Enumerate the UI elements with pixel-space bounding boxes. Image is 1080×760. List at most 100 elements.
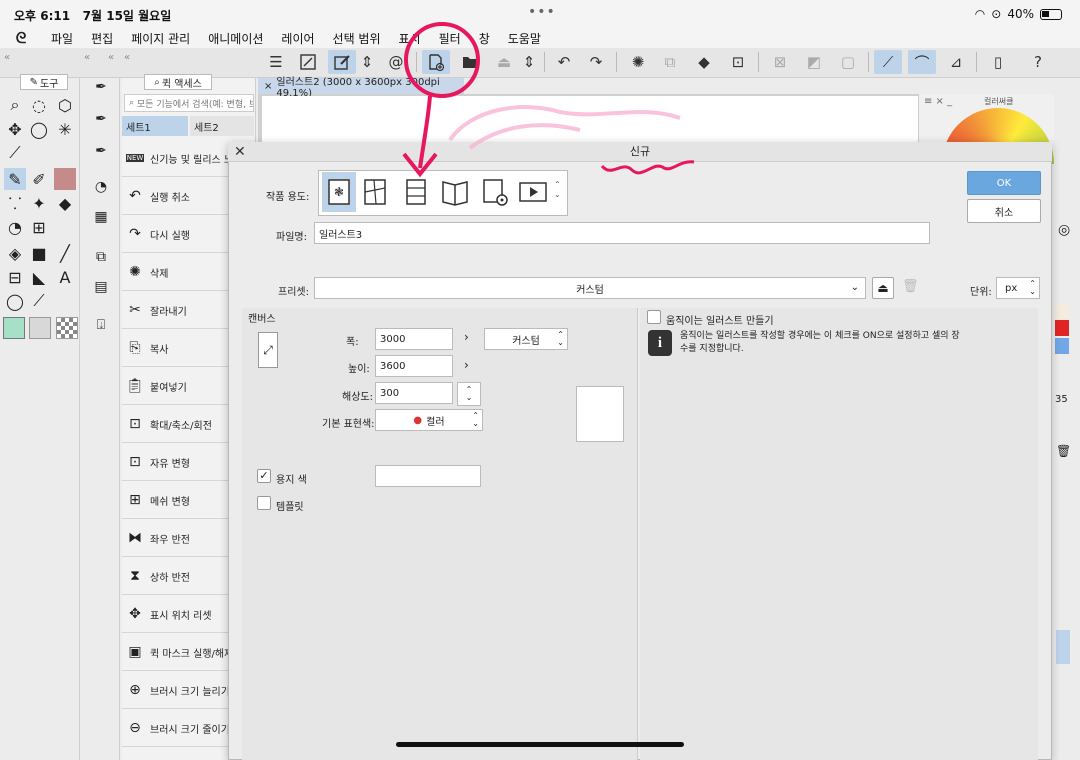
quick-search-input[interactable]: ⌕ 모든 기능에서 검색(예: 변형, 브 xyxy=(124,94,254,112)
sub-color-swatch[interactable] xyxy=(29,317,51,339)
brush-icon[interactable]: ⌒ xyxy=(908,50,936,74)
collapse-icon[interactable]: « xyxy=(124,52,130,63)
color-swatch[interactable] xyxy=(1055,338,1069,354)
webtoon-usage-icon[interactable] xyxy=(398,172,432,212)
spiral-icon[interactable]: @ xyxy=(382,50,410,74)
close-icon[interactable]: ✕ xyxy=(234,144,246,160)
quick-access-tab[interactable]: ⌕ 퀵 액세스 xyxy=(144,74,212,90)
balloon-icon[interactable]: ◯ xyxy=(4,290,26,312)
menu-window[interactable]: 창 xyxy=(470,30,499,47)
color-mode-select[interactable]: ● 컬러 ⌃ ⌄ xyxy=(375,409,483,431)
chevron-updown-icon[interactable]: ⇕ xyxy=(518,50,540,74)
layers-icon[interactable]: ⧉ xyxy=(90,246,112,268)
copy-layer-icon[interactable]: ⧉ xyxy=(656,50,684,74)
chevron-updown-icon[interactable]: ⇕ xyxy=(356,50,378,74)
blend-icon[interactable]: ◔ xyxy=(4,216,26,238)
color-swatch[interactable] xyxy=(1055,304,1069,320)
menu-animation[interactable]: 애니메이션 xyxy=(199,30,272,47)
vector-icon[interactable]: ⟋ xyxy=(874,50,902,74)
new-file-icon[interactable] xyxy=(422,50,450,74)
grid-icon[interactable]: ⊞ xyxy=(28,216,50,238)
cancel-button[interactable]: 취소 xyxy=(967,199,1041,223)
menu-hamburger-icon[interactable]: ☰ xyxy=(262,50,290,74)
pen-sub-icon[interactable]: ✒ xyxy=(90,140,112,162)
tool-tab[interactable]: ✎ 도구 xyxy=(20,74,68,90)
canvas-edit-icon[interactable] xyxy=(328,50,356,74)
undo-icon[interactable]: ↶ xyxy=(550,50,578,74)
save-icon[interactable]: ⏏ xyxy=(490,50,518,74)
object-icon[interactable]: ⬡ xyxy=(54,94,76,116)
save-preset-button[interactable]: ⏏ xyxy=(872,277,894,299)
gradient-icon[interactable]: ■ xyxy=(28,242,50,264)
trash-icon[interactable]: 🗑︎ xyxy=(1056,444,1071,458)
resolution-input[interactable]: 300 xyxy=(375,382,453,404)
open-folder-icon[interactable] xyxy=(456,50,484,74)
app-logo-icon[interactable]: ᘓ xyxy=(0,29,42,47)
menu-help[interactable]: 도움말 xyxy=(499,30,550,47)
lasso-icon[interactable]: ◯ xyxy=(28,118,50,140)
fill-tool-icon[interactable]: ◈ xyxy=(4,242,26,264)
help-icon[interactable]: ? xyxy=(1024,50,1052,74)
correct-line-icon[interactable]: ⟋ xyxy=(28,290,50,312)
chevron-right-icon[interactable]: › xyxy=(464,330,469,344)
width-input[interactable]: 3000 xyxy=(375,328,453,350)
menu-edit[interactable]: 편집 xyxy=(82,30,122,47)
panel-icon[interactable]: ▤ xyxy=(90,276,112,298)
size-preset-select[interactable]: 커스텀 ⌃ ⌄ xyxy=(484,328,568,350)
collapse-left-icon[interactable]: « xyxy=(4,52,10,63)
preset-select[interactable]: 커스텀 ⌄ xyxy=(314,277,866,299)
pen-tool-icon[interactable]: ✎ xyxy=(4,168,26,190)
tone-icon[interactable]: ◩ xyxy=(800,50,828,74)
fit-icon[interactable] xyxy=(294,50,322,74)
magic-wand-icon[interactable]: ✳ xyxy=(54,118,76,140)
filename-input[interactable]: 일러스트3 xyxy=(314,222,930,244)
ok-button[interactable]: OK xyxy=(967,171,1041,195)
set1-tab[interactable]: 세트1 xyxy=(122,116,188,136)
illustration-usage-icon[interactable]: ❃ xyxy=(322,172,356,212)
menu-layer[interactable]: 레이어 xyxy=(272,30,323,47)
device-icon[interactable]: ▯ xyxy=(984,50,1012,74)
custom-usage-icon[interactable] xyxy=(478,172,512,212)
line-icon[interactable]: ╱ xyxy=(54,242,76,264)
template-checkbox[interactable] xyxy=(257,496,271,510)
eyedropper-icon[interactable]: ⟋ xyxy=(4,142,26,164)
height-input[interactable]: 3600 xyxy=(375,355,453,377)
multitask-dots[interactable]: ••• xyxy=(528,4,556,20)
comic-usage-icon[interactable] xyxy=(358,172,392,212)
book-usage-icon[interactable] xyxy=(438,172,472,212)
animation-usage-icon[interactable] xyxy=(516,172,550,212)
transparent-swatch[interactable] xyxy=(56,317,78,339)
redo-icon[interactable]: ↷ xyxy=(582,50,610,74)
move-icon[interactable]: ✥ xyxy=(4,118,26,140)
panel-close-icon[interactable]: ≡ × _ xyxy=(924,96,952,107)
trash-icon[interactable]: 🗑︎ xyxy=(902,279,919,294)
zoom-icon[interactable]: ⌕ xyxy=(4,94,26,116)
color-swatch[interactable] xyxy=(1055,320,1069,336)
selection-icon[interactable]: ◌ xyxy=(28,94,50,116)
transform-icon[interactable]: ⊡ xyxy=(724,50,752,74)
collapse-icon[interactable]: « xyxy=(84,52,90,63)
brush-preset-icon[interactable] xyxy=(54,168,76,190)
pattern-icon[interactable]: ▦ xyxy=(90,206,112,228)
menu-file[interactable]: 파일 xyxy=(42,30,82,47)
close-icon[interactable]: × xyxy=(264,81,272,92)
pen-sub-icon[interactable]: ✒ xyxy=(90,76,112,98)
import-icon[interactable]: ⍗ xyxy=(90,314,112,336)
ruler-icon[interactable]: ⊿ xyxy=(942,50,970,74)
set2-tab[interactable]: 세트2 xyxy=(190,116,254,136)
refresh-icon[interactable]: ◎ xyxy=(1058,222,1070,238)
paper-color-swatch[interactable] xyxy=(375,465,481,487)
home-indicator[interactable] xyxy=(396,742,684,747)
fill-icon[interactable]: ◆ xyxy=(690,50,718,74)
menu-filter[interactable]: 필터 xyxy=(430,30,470,47)
collapse-icon[interactable]: « xyxy=(108,52,114,63)
clear-icon[interactable]: ⊠ xyxy=(766,50,794,74)
loading-icon[interactable]: ✺ xyxy=(624,50,652,74)
document-tab[interactable]: × 일러스트2 (3000 x 3600px 300dpi 49.1%) xyxy=(258,77,464,99)
frame-icon[interactable]: ⊟ xyxy=(4,266,26,288)
menu-page[interactable]: 페이지 관리 xyxy=(122,30,199,47)
eraser-icon[interactable]: ◆ xyxy=(54,192,76,214)
border-icon[interactable]: ▢ xyxy=(834,50,862,74)
text-icon[interactable]: A xyxy=(54,266,76,288)
resolution-stepper[interactable]: ⌃ ⌄ xyxy=(457,382,481,406)
